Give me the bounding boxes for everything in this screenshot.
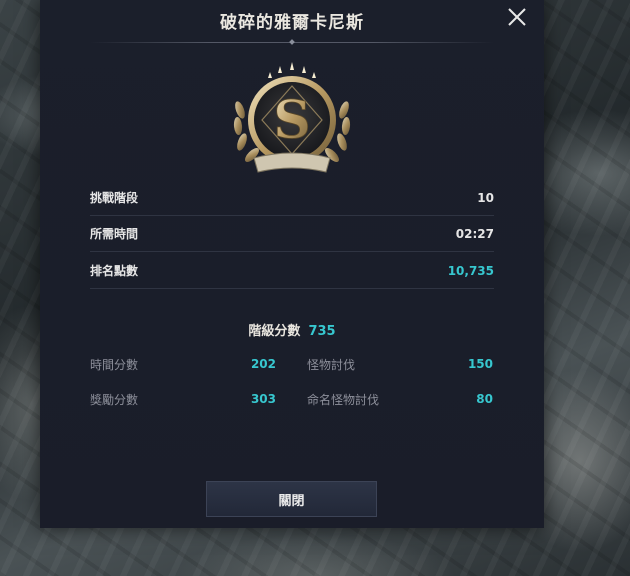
stat-label: 所需時間	[90, 227, 139, 241]
rank-s-emblem-icon: S	[226, 60, 358, 180]
breakdown-monster-kill: 怪物討伐 150	[307, 354, 493, 374]
breakdown-value: 303	[250, 392, 276, 406]
stat-value: 02:27	[455, 226, 494, 241]
result-dialog: 破碎的雅爾卡尼斯 S 挑戰階段 10 所需時間 02:27 排名點數 10,73…	[40, 0, 544, 528]
stat-row-stage: 挑戰階段 10	[90, 180, 494, 216]
breakdown-bonus-score: 獎勵分數 303	[90, 389, 276, 409]
close-icon[interactable]	[506, 6, 528, 28]
breakdown-named-monster-kill: 命名怪物討伐 80	[307, 389, 493, 409]
stat-label: 挑戰階段	[90, 191, 139, 205]
stat-label: 排名點數	[90, 264, 139, 278]
breakdown-label: 怪物討伐	[307, 357, 356, 372]
emblem-letter: S	[273, 90, 311, 151]
grade-score: 階級分數 735	[40, 320, 544, 339]
breakdown-label: 獎勵分數	[90, 392, 139, 407]
close-button[interactable]: 關閉	[206, 481, 377, 517]
title-divider-ornament	[289, 39, 295, 45]
breakdown-label: 命名怪物討伐	[307, 392, 380, 407]
stat-row-ranking-points: 排名點數 10,735	[90, 253, 494, 289]
stat-value: 10,735	[447, 263, 494, 278]
grade-label: 階級分數	[248, 324, 301, 339]
breakdown-time-score: 時間分數 202	[90, 354, 276, 374]
stat-value: 10	[477, 190, 494, 205]
dialog-title: 破碎的雅爾卡尼斯	[220, 13, 364, 33]
breakdown-label: 時間分數	[90, 357, 139, 372]
grade-value: 735	[308, 324, 336, 339]
breakdown-value: 80	[476, 392, 493, 406]
stat-row-time: 所需時間 02:27	[90, 216, 494, 252]
breakdown-value: 150	[467, 357, 493, 371]
breakdown-value: 202	[250, 357, 276, 371]
